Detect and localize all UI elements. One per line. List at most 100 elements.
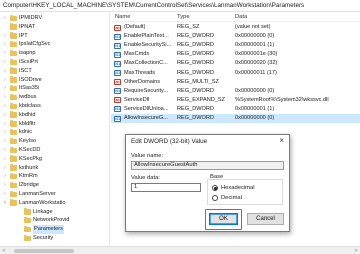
tree-item[interactable]: › IpxlatCfgSvc <box>0 40 109 49</box>
value-row[interactable]: 011 AllowInsecureG... REG_DWORD 0x00000000 … <box>111 114 360 123</box>
tree-item[interactable]: › ISODrive <box>0 76 109 85</box>
value-row[interactable]: ab ServiceDll REG_EXPAND_SZ %SystemRoot%\Sy… <box>111 96 360 105</box>
scroll-right-icon[interactable]: > <box>352 247 360 254</box>
chevron-right-icon[interactable]: › <box>2 102 8 111</box>
radio-selected-icon[interactable] <box>212 185 218 191</box>
tree-item-label: KSecPkg <box>19 155 43 162</box>
tree-item-label: iwdbus <box>19 94 37 101</box>
chevron-right-icon[interactable]: › <box>2 84 8 93</box>
value-row[interactable]: 011 EnableSecuritySi... REG_DWORD 0x0000000… <box>111 41 360 50</box>
tree-item[interactable]: › LanmanServer <box>0 190 109 199</box>
tree-item[interactable]: › IPMIDRV <box>0 14 109 23</box>
folder-icon <box>24 234 31 241</box>
value-data: (value not set) <box>235 24 271 30</box>
folder-icon <box>10 49 17 57</box>
ok-button[interactable]: OK <box>209 213 238 225</box>
value-row[interactable]: 011 RequireSecurity... REG_DWORD 0x00000000… <box>111 87 360 96</box>
value-name: AllowInsecureG... <box>124 115 168 121</box>
chevron-right-icon[interactable]: › <box>2 120 8 129</box>
cancel-button[interactable]: Cancel <box>247 213 284 225</box>
tree-item[interactable]: › KeyIso <box>0 137 109 146</box>
chevron-down-icon[interactable]: ˅ <box>2 199 8 208</box>
chevron-right-icon[interactable]: › <box>2 93 8 102</box>
chevron-right-icon[interactable]: › <box>2 32 8 41</box>
tree-item[interactable]: › isapnp <box>0 49 109 58</box>
tree-item-label: IpxlatCfgSvc <box>19 41 51 48</box>
tree-item[interactable]: Security <box>0 234 109 243</box>
value-name: ServiceDllUnloa... <box>124 105 169 112</box>
horizontal-scrollbar[interactable]: < > <box>0 246 360 254</box>
chevron-right-icon[interactable]: › <box>2 181 8 190</box>
chevron-right-icon[interactable]: › <box>2 76 8 85</box>
chevron-right-icon[interactable]: › <box>2 58 8 67</box>
scroll-left-icon[interactable]: < <box>0 247 8 254</box>
radio-unselected-icon[interactable] <box>212 195 218 201</box>
tree-item[interactable]: › kbdclass <box>0 102 109 111</box>
dword-value-icon: 011 <box>114 115 121 122</box>
tree-item[interactable]: › iwdbus <box>0 93 109 102</box>
tree-item[interactable]: › l2bridge <box>0 181 109 190</box>
address-bar[interactable]: Computer\HKEY_LOCAL_MACHINE\SYSTEM\Curre… <box>0 0 360 12</box>
tree-item[interactable]: › kdnic <box>0 128 109 137</box>
folder-icon <box>10 76 17 83</box>
scrollbar-thumb[interactable] <box>14 249 74 253</box>
chevron-right-icon[interactable]: › <box>2 49 8 58</box>
value-type: REG_DWORD <box>177 51 214 58</box>
tree-item[interactable]: › IPT <box>0 32 109 41</box>
tree-item[interactable]: › iScsiPrt <box>0 58 109 67</box>
value-name-field[interactable]: AllowInsecureGuestAuth <box>131 161 284 170</box>
edit-dword-dialog: Edit DWORD (32-bit) Value × Value name: … <box>125 134 290 232</box>
tree-item[interactable]: › kbldfltr <box>0 120 109 129</box>
chevron-right-icon[interactable]: › <box>2 137 8 146</box>
tree-item-label: IPMIDRV <box>19 15 43 21</box>
column-header-type[interactable]: Type <box>177 13 190 22</box>
tree-item-label: LanmanServer <box>19 191 56 197</box>
value-row[interactable]: 011 EnablePlainText... REG_DWORD 0x00000000… <box>111 32 360 41</box>
value-data-field[interactable]: 1 <box>131 183 201 192</box>
value-name: MaxCmds <box>124 51 150 58</box>
tree-item[interactable]: ˅ LanmanWorkstatio <box>0 199 109 208</box>
folder-icon <box>10 67 17 74</box>
column-header-name[interactable]: Name <box>115 13 130 22</box>
folder-icon <box>24 208 31 215</box>
tree-item[interactable]: › kbdhid <box>0 111 109 120</box>
tree-item[interactable]: › KSecPkg <box>0 155 109 164</box>
tree-item[interactable]: Parameters <box>0 225 109 234</box>
tree-item[interactable]: › ISCT <box>0 67 109 76</box>
chevron-right-icon[interactable]: › <box>2 172 8 181</box>
chevron-right-icon[interactable]: › <box>2 190 8 199</box>
value-row[interactable]: 011 MaxCollectionC... REG_DWORD 0x00000020 … <box>111 59 360 68</box>
radio-decimal[interactable]: Decimal <box>212 194 282 202</box>
value-row[interactable]: ab (Default) REG_SZ (value not set) <box>111 23 360 32</box>
tree-item[interactable]: › ksthunk <box>0 164 109 173</box>
value-row[interactable]: ab OtherDomains REG_MULTI_SZ <box>111 78 360 87</box>
registry-tree[interactable]: › IPMIDRV IPNAT › IPT › IpxlatCfgSvc › isapnp › iS… <box>0 13 110 246</box>
chevron-right-icon[interactable]: › <box>2 111 8 120</box>
value-row[interactable]: 011 MaxThreads REG_DWORD 0x00000011 (17) <box>111 69 360 78</box>
chevron-right-icon[interactable]: › <box>2 146 8 155</box>
value-name: MaxCollectionC... <box>124 60 168 67</box>
chevron-right-icon[interactable]: › <box>2 67 8 76</box>
value-type: REG_MULTI_SZ <box>177 78 219 85</box>
tree-item[interactable]: › KtmRm <box>0 172 109 181</box>
column-header-data[interactable]: Data <box>235 13 247 22</box>
value-type: REG_EXPAND_SZ <box>177 96 226 103</box>
chevron-right-icon[interactable]: › <box>2 40 8 49</box>
tree-item-label: ISCT <box>19 67 32 74</box>
tree-item[interactable]: › KSecDD <box>0 146 109 155</box>
value-row[interactable]: 011 ServiceDllUnloa... REG_DWORD 0x00000001… <box>111 105 360 114</box>
tree-item[interactable]: IPNAT <box>0 23 109 32</box>
tree-item-label: kbdclass <box>19 103 41 109</box>
radio-hexadecimal[interactable]: Hexadecimal <box>212 184 282 192</box>
chevron-right-icon[interactable]: › <box>2 14 8 23</box>
folder-icon <box>10 84 17 92</box>
tree-item[interactable]: NetworkProvid <box>0 216 109 225</box>
value-row[interactable]: 011 MaxCmds REG_DWORD 0x0000001e (30) <box>111 50 360 59</box>
tree-item[interactable]: Linkage <box>0 208 109 217</box>
dword-value-icon: 011 <box>114 42 121 49</box>
tree-item[interactable]: › ItSas35i <box>0 84 109 93</box>
chevron-right-icon[interactable]: › <box>2 164 8 173</box>
chevron-right-icon[interactable]: › <box>2 155 8 164</box>
chevron-right-icon[interactable]: › <box>2 128 8 137</box>
close-icon[interactable]: × <box>279 136 284 145</box>
